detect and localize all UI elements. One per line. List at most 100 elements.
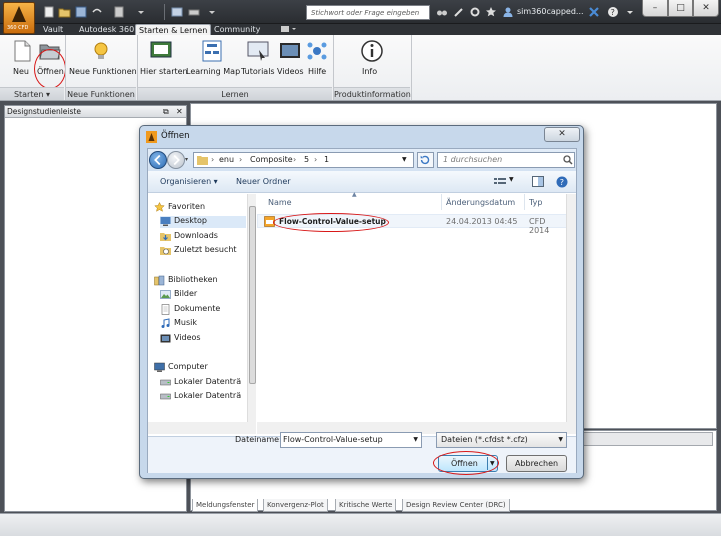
minimize-glyph: – <box>652 3 658 13</box>
back-arrow-icon[interactable] <box>149 151 167 169</box>
scrollbar-thumb[interactable] <box>249 206 256 384</box>
dialog-title: Öffnen <box>161 131 190 141</box>
tab-design-review-center[interactable]: Design Review Center (DRC) <box>402 499 510 512</box>
filename-value: Flow-Control-Value-setup <box>283 435 383 444</box>
bottom-tab-bar: Meldungsfenster Konvergenz-Plot Kritisch… <box>190 499 710 513</box>
help-dropdown-icon[interactable] <box>624 6 636 18</box>
tab-vault[interactable]: Vault <box>43 24 63 35</box>
minimize-button[interactable]: – <box>642 0 668 17</box>
tab-community[interactable]: Community <box>214 24 260 35</box>
username-label[interactable]: sim360capped... <box>517 7 584 16</box>
breadcrumb-separator: › <box>293 155 297 164</box>
tab-start-learn[interactable]: Starten & Lernen <box>135 24 212 35</box>
videos-label: Videos <box>277 67 304 76</box>
view-dropdown-icon[interactable]: ▼ <box>509 176 514 183</box>
ribbon-options-icon[interactable] <box>280 25 298 34</box>
breadcrumb-5[interactable]: 5 <box>304 153 309 167</box>
document-icon[interactable] <box>112 5 126 19</box>
window-icon[interactable] <box>170 5 184 19</box>
videos-icon <box>160 334 171 343</box>
breadcrumb-separator: › <box>239 155 243 164</box>
tutorials-label: Tutorials <box>241 67 275 76</box>
help-search-input[interactable]: Stichwort oder Frage eingeben <box>306 5 430 20</box>
address-bar[interactable]: › enu › Composite › 5 › 1 ▼ <box>193 152 414 168</box>
save-icon[interactable] <box>74 5 88 19</box>
new-folder-button[interactable]: Neuer Ordner <box>236 177 291 186</box>
column-date[interactable]: Änderungsdatum <box>446 198 515 207</box>
close-window-button[interactable]: ✕ <box>693 0 719 17</box>
nav-desktop[interactable]: Desktop <box>160 216 246 228</box>
group-start[interactable]: Starten ▾ <box>0 87 64 100</box>
start-here-icon <box>150 41 172 58</box>
libraries-icon <box>154 275 165 286</box>
gear-icon[interactable] <box>469 6 481 18</box>
navigation-horizontal-scrollbar[interactable] <box>148 422 256 434</box>
panel-title: Designstudienleiste ⧉ ✕ <box>5 106 186 118</box>
folder-search-input[interactable]: 1 durchsuchen <box>437 152 575 168</box>
column-type[interactable]: Typ <box>529 198 542 207</box>
sort-indicator-icon: ▲ <box>352 191 357 198</box>
address-dropdown-icon[interactable]: ▼ <box>402 153 407 167</box>
breadcrumb-composite[interactable]: Composite <box>250 153 293 167</box>
filename-input[interactable]: Flow-Control-Value-setup ▼ <box>280 432 422 448</box>
learning-map-label: Learning Map <box>186 67 241 76</box>
panel-close-icon[interactable]: ✕ <box>176 106 183 118</box>
dock-icon[interactable]: ⧉ <box>163 106 169 118</box>
tab-convergence-plot[interactable]: Konvergenz-Plot <box>263 499 328 512</box>
nav-favorites[interactable]: Favoriten <box>154 202 244 214</box>
preview-pane-icon[interactable] <box>532 176 544 187</box>
app-badge: 360 CFD <box>7 25 29 31</box>
status-bar <box>0 513 721 536</box>
help-icon[interactable]: ? <box>607 6 619 18</box>
search-icon[interactable] <box>563 155 573 165</box>
file-list-scrollbar[interactable] <box>566 194 576 422</box>
column-name[interactable]: Name <box>268 198 292 207</box>
divider <box>164 4 165 20</box>
nav-pictures-label: Bilder <box>174 289 198 298</box>
maximize-button[interactable]: □ <box>668 0 693 17</box>
dropdown-icon[interactable] <box>134 5 148 19</box>
exchange-x-icon[interactable] <box>588 6 600 18</box>
forward-arrow-icon[interactable] <box>167 151 185 169</box>
tab-message-window[interactable]: Meldungsfenster <box>192 499 259 512</box>
refresh-icon[interactable] <box>417 152 434 168</box>
filename-dropdown-icon[interactable]: ▼ <box>413 433 418 447</box>
dialog-close-button[interactable]: ✕ <box>544 127 580 142</box>
organize-menu[interactable]: Organisieren ▾ <box>160 177 218 186</box>
breadcrumb-1[interactable]: 1 <box>324 153 329 167</box>
tools-icon[interactable] <box>453 6 465 18</box>
highlight-oval <box>273 213 389 232</box>
tab-critical-values[interactable]: Kritische Werte <box>335 499 397 512</box>
application-menu-button[interactable]: 360 CFD <box>3 2 35 34</box>
help-icon[interactable]: ? <box>556 176 568 188</box>
tab-autodesk-360[interactable]: Autodesk 360 <box>79 24 134 35</box>
favorites-star-icon[interactable] <box>485 6 497 18</box>
new-document-icon <box>14 40 31 62</box>
user-icon[interactable] <box>502 6 514 18</box>
print-icon[interactable] <box>187 5 201 19</box>
view-options-icon[interactable] <box>494 177 506 187</box>
info-icon <box>361 40 383 62</box>
customize-toolbar-icon[interactable] <box>205 5 219 19</box>
undo-icon[interactable] <box>90 5 104 19</box>
file-type-select[interactable]: Dateien (*.cfdst *.cfz) ▼ <box>436 432 567 448</box>
desktop-icon <box>160 217 171 226</box>
video-icon <box>280 43 300 58</box>
nav-documents-label: Dokumente <box>174 304 221 313</box>
new-icon[interactable] <box>42 5 56 19</box>
breadcrumb-enu[interactable]: enu <box>219 153 234 167</box>
binoculars-icon[interactable] <box>436 6 448 18</box>
group-product-info: Produktinformation <box>334 87 411 100</box>
open-folder-icon[interactable] <box>58 5 72 19</box>
file-list: ▲ Name Änderungsdatum Typ Flow-Control-V… <box>257 191 576 434</box>
file-type-dropdown-icon[interactable]: ▼ <box>558 433 563 447</box>
new-label: Neu <box>13 67 29 76</box>
nav-recent-label: Zuletzt besucht <box>174 245 237 254</box>
navigation-scrollbar[interactable] <box>247 194 256 422</box>
nav-downloads-label: Downloads <box>174 231 218 240</box>
nav-local-disk-2-label: Lokaler Datenträ <box>174 391 242 400</box>
file-type-value: Dateien (*.cfdst *.cfz) <box>441 435 528 444</box>
history-dropdown-icon[interactable]: ▾ <box>185 156 188 163</box>
cancel-button[interactable]: Abbrechen <box>506 455 567 472</box>
star-icon <box>154 202 165 212</box>
